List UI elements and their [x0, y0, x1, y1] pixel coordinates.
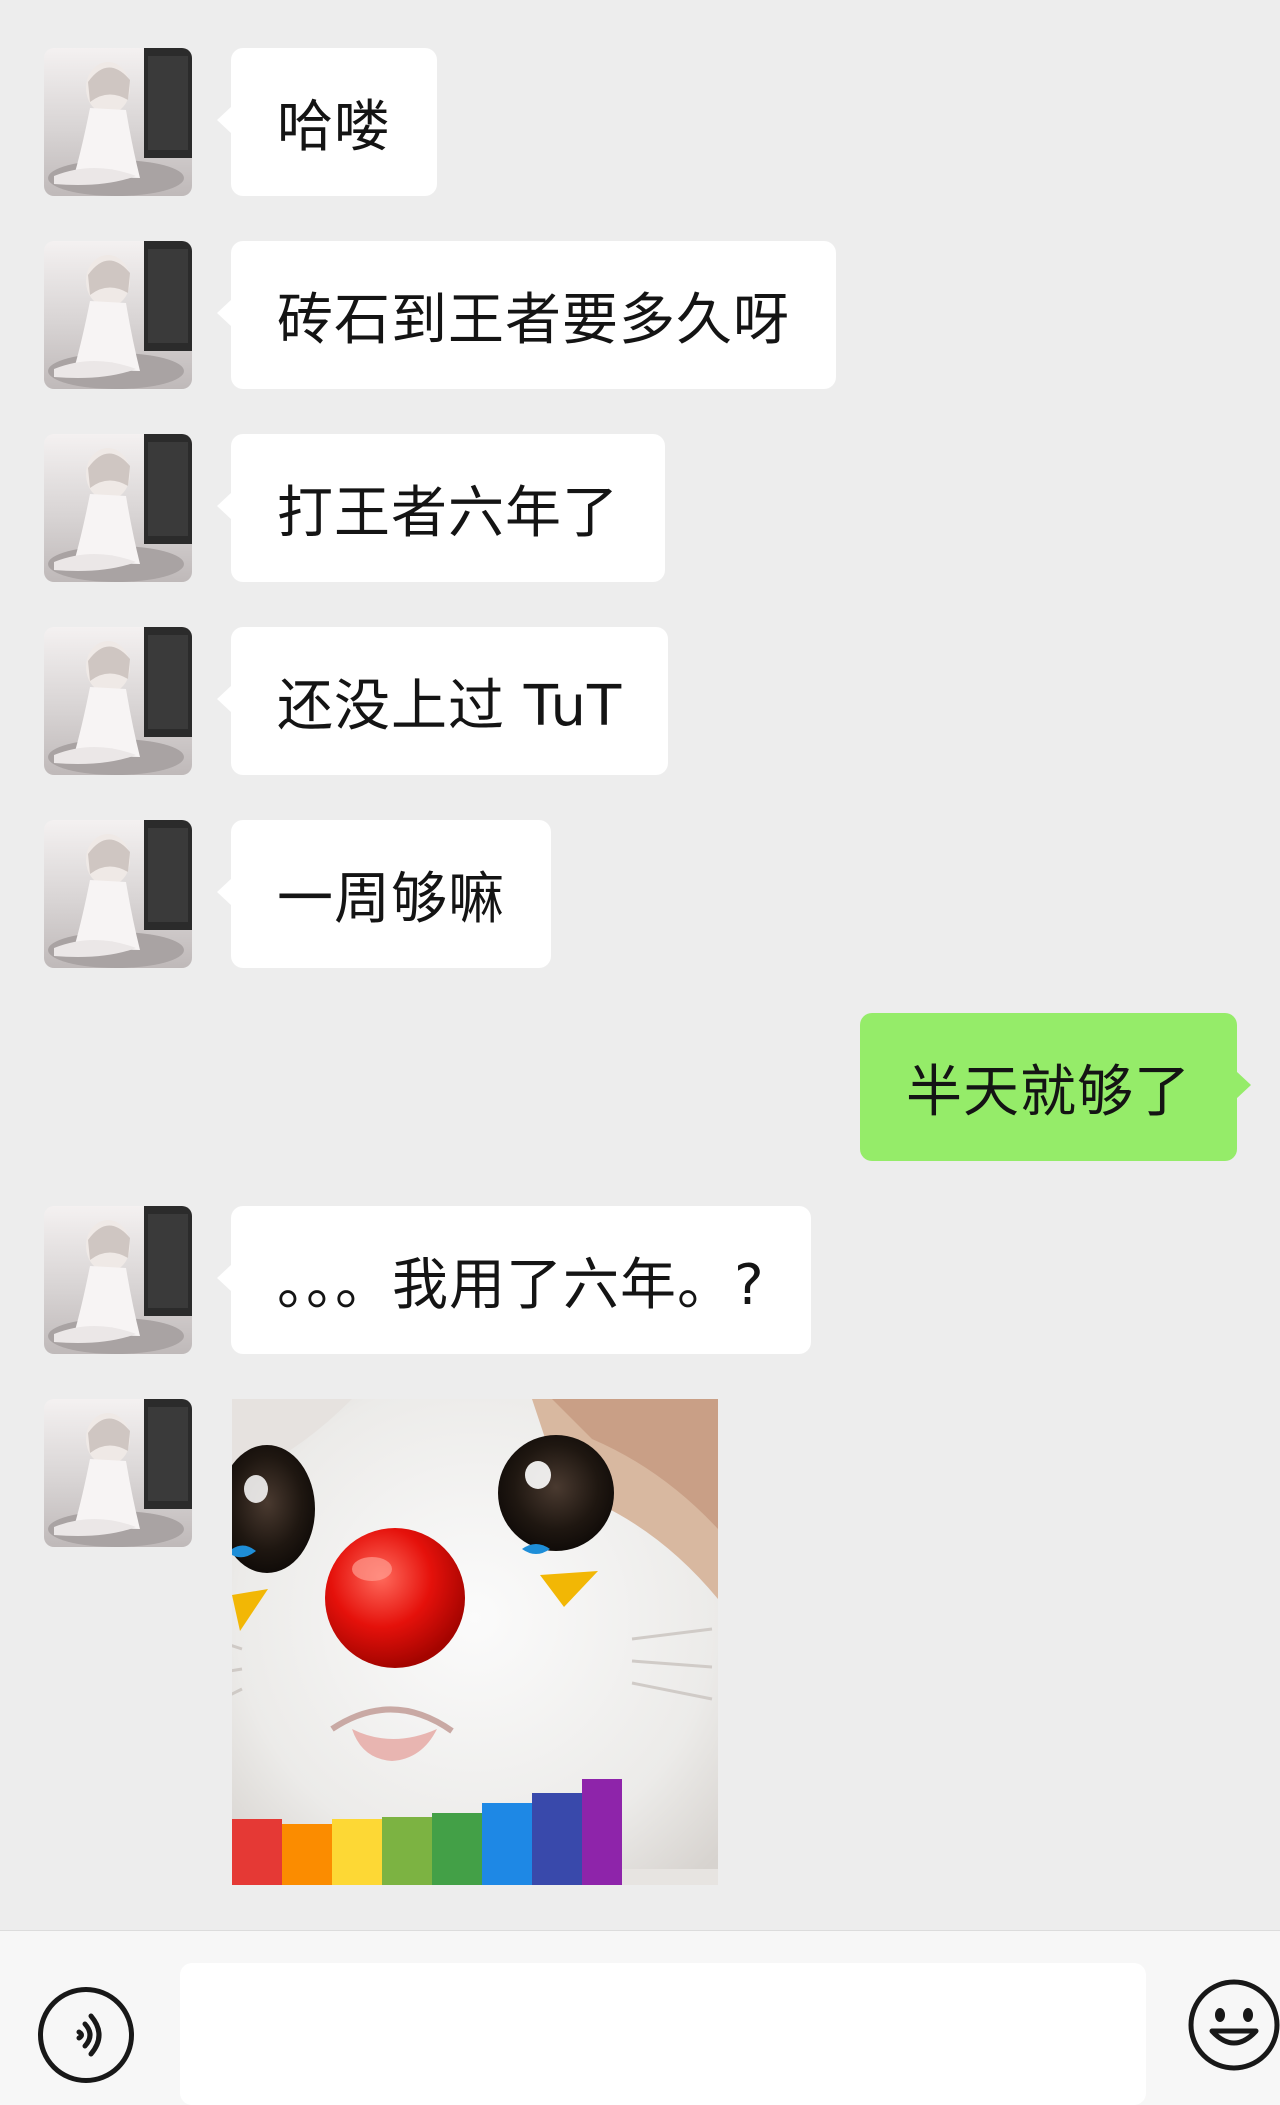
contact-avatar[interactable] [44, 434, 192, 582]
emoji-icon[interactable] [1186, 1977, 1280, 2073]
contact-avatar[interactable] [44, 1399, 192, 1547]
crying-clown-cat-sticker[interactable] [232, 1399, 718, 1885]
message-text: 哈喽 [277, 94, 391, 160]
contact-avatar[interactable] [44, 820, 192, 968]
message-text: 砖石到王者要多久呀 [277, 287, 790, 353]
incoming-bubble[interactable]: 一周够嘛 [217, 820, 551, 968]
message-text: 。。。我用了六年。? [277, 1252, 765, 1318]
chat-area[interactable]: 哈喽 砖石到王者要多久呀 打王者六年了 还没上过 TuT 一周够嘛 半天就够了 … [0, 0, 1280, 1930]
input-bar [0, 1930, 1280, 2105]
contact-avatar[interactable] [44, 48, 192, 196]
message-text: 半天就够了 [906, 1059, 1191, 1125]
incoming-bubble[interactable]: 哈喽 [217, 48, 437, 196]
outgoing-bubble[interactable]: 半天就够了 [860, 1013, 1251, 1161]
message-input[interactable] [180, 1963, 1146, 2105]
incoming-bubble[interactable]: 砖石到王者要多久呀 [217, 241, 836, 389]
incoming-bubble[interactable]: 。。。我用了六年。? [217, 1206, 811, 1354]
incoming-bubble[interactable]: 还没上过 TuT [216, 627, 669, 775]
contact-avatar[interactable] [44, 1206, 192, 1354]
contact-avatar[interactable] [44, 627, 192, 775]
incoming-bubble[interactable]: 打王者六年了 [217, 434, 665, 582]
message-text: 还没上过 TuT [277, 673, 623, 739]
voice-icon[interactable] [38, 1987, 134, 2083]
message-text: 打王者六年了 [277, 480, 619, 546]
contact-avatar[interactable] [44, 241, 192, 389]
message-text: 一周够嘛 [277, 866, 505, 932]
